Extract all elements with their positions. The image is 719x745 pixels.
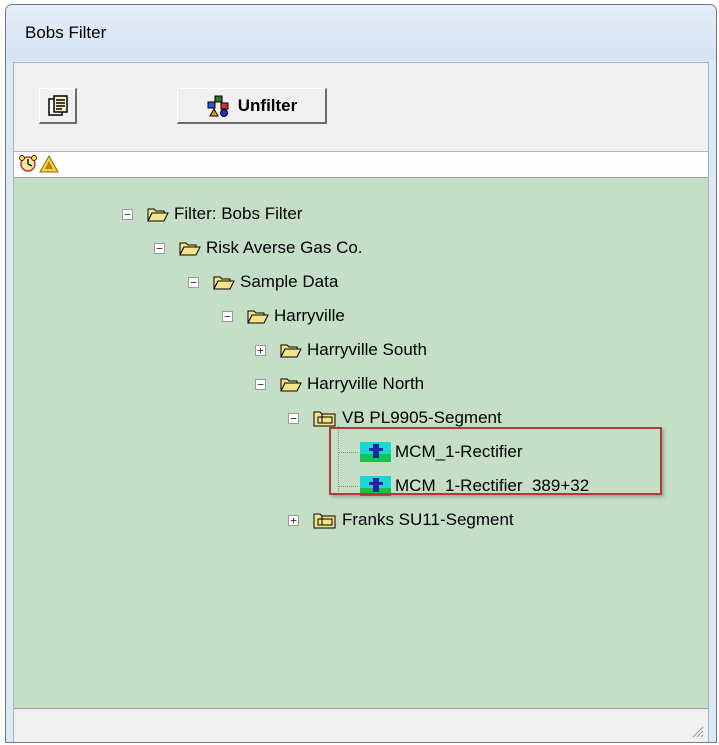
status-bar	[14, 708, 708, 742]
open-folder-icon	[280, 378, 302, 392]
tree-icon-strip	[14, 151, 708, 177]
collapse-toggle[interactable]: −	[222, 310, 233, 322]
tree-node-label: Risk Averse Gas Co.	[206, 238, 363, 257]
filter-objects-icon	[207, 95, 229, 117]
tree-node-label: VB PL9905-Segment	[342, 408, 502, 427]
open-folder-icon	[213, 276, 235, 290]
expand-toggle[interactable]: +	[255, 344, 266, 356]
collapse-toggle[interactable]: −	[288, 412, 299, 424]
tree-node-harryville-north[interactable]: − Harryville North	[255, 372, 424, 396]
tree-node-label: Harryville South	[307, 340, 427, 359]
toolbar: Unfilter	[14, 63, 708, 148]
resize-grip-icon[interactable]	[690, 724, 704, 738]
tree-node-label: Sample Data	[240, 272, 339, 291]
open-folder-icon	[247, 310, 269, 324]
tree-node-filter[interactable]: − Filter: Bobs Filter	[122, 202, 302, 226]
tree-node-label: Harryville North	[307, 374, 425, 393]
segment-folder-icon	[313, 411, 336, 427]
tree-node-franks-su11-segment[interactable]: + Franks SU11-Segment	[288, 508, 514, 532]
clock-alarm-icon[interactable]	[18, 155, 38, 173]
expand-toggle[interactable]: +	[288, 514, 299, 526]
unfilter-button[interactable]: Unfilter	[177, 88, 327, 124]
tree-node-label: Franks SU11-Segment	[342, 510, 514, 529]
bobs-filter-window: Bobs Filter Unfilter − Filter: Bobs Filt…	[5, 4, 717, 743]
segment-folder-icon	[313, 513, 336, 529]
collapse-toggle[interactable]: −	[255, 378, 266, 390]
collapse-toggle[interactable]: −	[188, 276, 199, 288]
tree-node-label: Harryville	[274, 306, 345, 325]
open-folder-icon	[280, 344, 302, 358]
tree-node-harryville-south[interactable]: + Harryville South	[255, 338, 427, 362]
tree-node-sample-data[interactable]: − Sample Data	[188, 270, 338, 294]
open-folder-icon	[147, 208, 169, 222]
window-title: Bobs Filter	[25, 23, 107, 42]
highlight-box	[329, 427, 662, 495]
open-folder-icon	[179, 242, 201, 256]
tree-node-harryville[interactable]: − Harryville	[222, 304, 345, 328]
properties-button[interactable]	[39, 88, 77, 124]
window-client-area: Unfilter − Filter: Bobs Filter − Risk Av…	[13, 62, 709, 742]
tree-node-label: Filter: Bobs Filter	[174, 204, 303, 223]
warning-triangle-icon[interactable]	[39, 155, 59, 173]
title-bar[interactable]: Bobs Filter	[6, 5, 716, 61]
document-properties-icon	[47, 94, 68, 116]
collapse-toggle[interactable]: −	[122, 208, 133, 220]
collapse-toggle[interactable]: −	[154, 242, 165, 254]
unfilter-label: Unfilter	[237, 95, 298, 115]
tree-node-risk-averse-gas[interactable]: − Risk Averse Gas Co.	[154, 236, 363, 260]
